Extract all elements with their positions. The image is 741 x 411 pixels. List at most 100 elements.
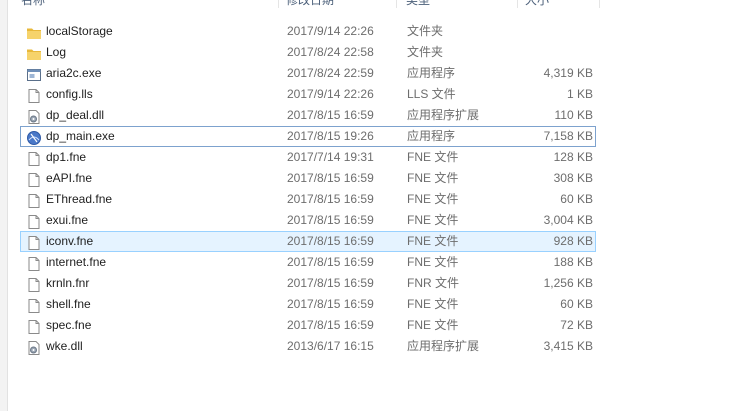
file-date-modified: 2017/8/15 16:59 [287, 276, 374, 290]
file-name: aria2c.exe [46, 66, 102, 80]
file-type: LLS 文件 [407, 87, 456, 101]
file-type: FNR 文件 [407, 276, 459, 290]
file-name: shell.fne [46, 297, 91, 311]
file-row[interactable]: internet.fne 2017/8/15 16:59 FNE 文件 188 KB [20, 252, 596, 273]
folder-icon [26, 46, 42, 62]
file-type: 文件夹 [407, 45, 444, 59]
file-row[interactable]: eAPI.fne 2017/8/15 16:59 FNE 文件 308 KB [20, 168, 596, 189]
column-header-date[interactable]: 修改日期 [286, 0, 334, 8]
file-icon [26, 151, 42, 167]
file-size: 4,319 KB [543, 66, 593, 80]
file-icon [26, 319, 42, 335]
file-name: krnln.fnr [46, 276, 90, 290]
file-type: FNE 文件 [407, 150, 459, 164]
file-icon [26, 256, 42, 272]
file-date-modified: 2017/9/14 22:26 [287, 24, 374, 38]
file-row[interactable]: dp1.fne 2017/7/14 19:31 FNE 文件 128 KB [20, 147, 596, 168]
column-divider[interactable] [278, 0, 279, 8]
file-row[interactable]: iconv.fne 2017/8/15 16:59 FNE 文件 928 KB [20, 231, 596, 252]
column-header-type[interactable]: 类型 [406, 0, 430, 8]
file-icon [26, 298, 42, 314]
file-date-modified: 2017/8/15 16:59 [287, 171, 374, 185]
file-icon [26, 235, 42, 251]
column-header-name[interactable]: 名称 [21, 0, 45, 8]
file-type: FNE 文件 [407, 192, 459, 206]
file-date-modified: 2017/8/24 22:58 [287, 45, 374, 59]
file-row[interactable]: Log 2017/8/24 22:58 文件夹 [20, 42, 596, 63]
file-size: 72 KB [560, 318, 593, 332]
file-date-modified: 2017/8/15 16:59 [287, 297, 374, 311]
file-date-modified: 2017/8/15 16:59 [287, 192, 374, 206]
file-size: 188 KB [553, 255, 593, 269]
file-row[interactable]: EThread.fne 2017/8/15 16:59 FNE 文件 60 KB [20, 189, 596, 210]
file-size [511, 43, 593, 62]
navigation-pane-edge [0, 0, 8, 411]
file-size: 308 KB [553, 171, 593, 185]
folder-icon [26, 25, 42, 41]
file-name: iconv.fne [46, 234, 94, 248]
file-type: 应用程序 [407, 129, 456, 143]
file-type: 文件夹 [407, 24, 444, 38]
file-row[interactable]: exui.fne 2017/8/15 16:59 FNE 文件 3,004 KB [20, 210, 596, 231]
file-row[interactable]: spec.fne 2017/8/15 16:59 FNE 文件 72 KB [20, 315, 596, 336]
file-name: Log [46, 45, 67, 59]
file-date-modified: 2017/8/15 16:59 [287, 213, 374, 227]
file-size: 3,415 KB [543, 339, 593, 353]
file-type: FNE 文件 [407, 255, 459, 269]
file-type: FNE 文件 [407, 234, 459, 248]
file-name: config.lls [46, 87, 93, 101]
file-icon [26, 277, 42, 293]
column-divider[interactable] [599, 0, 600, 8]
file-size: 110 KB [554, 108, 593, 122]
dll-gear-icon [26, 109, 42, 125]
file-row[interactable]: config.lls 2017/9/14 22:26 LLS 文件 1 KB [20, 84, 596, 105]
file-name: dp1.fne [46, 150, 87, 164]
file-row[interactable]: aria2c.exe 2017/8/24 22:59 应用程序 4,319 KB [20, 63, 596, 84]
exe-window-icon [26, 67, 42, 83]
file-size: 928 KB [553, 234, 593, 248]
file-date-modified: 2017/8/15 16:59 [287, 318, 374, 332]
file-date-modified: 2017/8/15 16:59 [287, 108, 374, 122]
file-icon [26, 214, 42, 230]
file-date-modified: 2013/6/17 16:15 [287, 339, 374, 353]
file-row[interactable]: shell.fne 2017/8/15 16:59 FNE 文件 60 KB [20, 294, 596, 315]
file-size: 1,256 KB [543, 276, 593, 290]
file-date-modified: 2017/8/24 22:59 [287, 66, 374, 80]
dll-gear-icon [26, 340, 42, 356]
file-name: exui.fne [46, 213, 89, 227]
file-icon [26, 88, 42, 104]
file-date-modified: 2017/8/15 19:26 [287, 129, 374, 143]
column-header-size[interactable]: 大小 [525, 0, 549, 8]
file-type: FNE 文件 [407, 213, 459, 227]
file-size: 60 KB [560, 297, 593, 311]
file-size: 3,004 KB [543, 213, 593, 227]
file-date-modified: 2017/7/14 19:31 [287, 150, 374, 164]
file-row[interactable]: localStorage 2017/9/14 22:26 文件夹 [20, 21, 596, 42]
file-row[interactable]: krnln.fnr 2017/8/15 16:59 FNR 文件 1,256 KB [20, 273, 596, 294]
file-type: FNE 文件 [407, 171, 459, 185]
column-header: 名称 修改日期 类型 大小 [7, 0, 741, 8]
file-row[interactable]: dp_deal.dll 2017/8/15 16:59 应用程序扩展 110 KB [20, 105, 596, 126]
file-size: 128 KB [553, 150, 593, 164]
file-date-modified: 2017/8/15 16:59 [287, 255, 374, 269]
file-type: FNE 文件 [407, 318, 459, 332]
file-type: 应用程序扩展 [407, 108, 480, 122]
column-divider[interactable] [396, 0, 397, 8]
file-name: spec.fne [46, 318, 92, 332]
file-date-modified: 2017/9/14 22:26 [287, 87, 374, 101]
file-size: 7,158 KB [543, 129, 593, 143]
file-icon [26, 172, 42, 188]
file-type: 应用程序扩展 [407, 339, 480, 353]
file-row[interactable]: dp_main.exe 2017/8/15 19:26 应用程序 7,158 KB [20, 126, 596, 147]
file-name: dp_main.exe [46, 129, 115, 143]
file-size: 60 KB [560, 192, 593, 206]
file-icon [26, 193, 42, 209]
file-date-modified: 2017/8/15 16:59 [287, 234, 374, 248]
column-divider[interactable] [517, 0, 518, 8]
file-name: wke.dll [46, 339, 83, 353]
file-row[interactable]: wke.dll 2013/6/17 16:15 应用程序扩展 3,415 KB [20, 336, 596, 357]
file-name: eAPI.fne [46, 171, 93, 185]
file-size: 1 KB [566, 87, 593, 101]
app-globe-icon [26, 130, 42, 146]
file-type: FNE 文件 [407, 297, 459, 311]
